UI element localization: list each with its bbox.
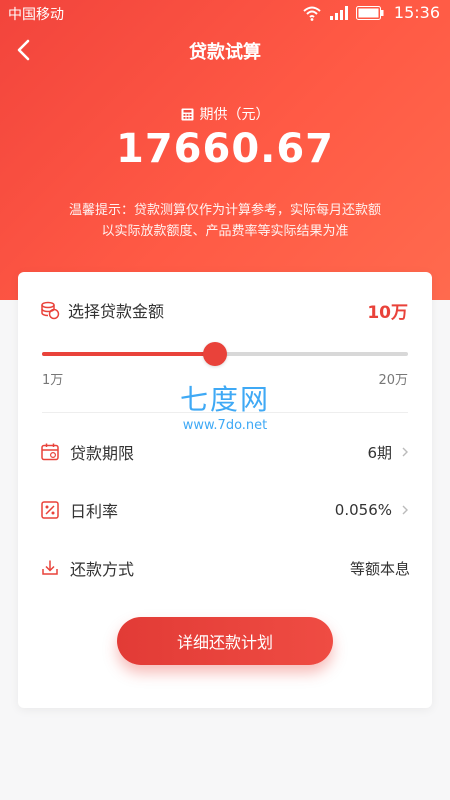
slider-thumb[interactable] — [203, 342, 228, 366]
percent-icon — [41, 501, 59, 519]
watermark-sub: www.7do.net — [182, 418, 268, 433]
monthly-payment-amount: 17660.67 — [115, 126, 335, 172]
hint-text: 温馨提示：贷款测算仅作为计算参考，实际每月还款额 以实际放款额度、产品费率等实际… — [0, 200, 450, 242]
slider-max-label: 20万 — [378, 373, 408, 388]
daily-rate-label: 日利率 — [70, 502, 119, 521]
hint-line: 温馨提示：贷款测算仅作为计算参考，实际每月还款额 — [68, 203, 381, 218]
loan-amount-slider[interactable] — [42, 342, 408, 366]
loan-amount-value: 10万 — [367, 303, 408, 323]
slider-fill — [42, 352, 216, 356]
watermark-main: 七度网 — [179, 383, 270, 416]
slider-min-label: 1万 — [42, 373, 64, 388]
calculator-icon — [181, 108, 193, 120]
carrier-name: 中国移动 — [8, 7, 64, 23]
daily-rate-value: 0.056% — [334, 501, 392, 519]
loan-term-row[interactable]: 贷款期限 6期 — [40, 432, 410, 472]
battery-icon — [355, 5, 384, 20]
page-title: 贷款试算 — [189, 42, 261, 63]
loan-amount-label: 选择贷款金额 — [68, 302, 165, 321]
coins-icon — [41, 301, 60, 320]
watermark: 七度网 www.7do.net — [150, 378, 300, 433]
wifi-icon — [303, 6, 321, 21]
chevron-right-icon — [402, 505, 408, 515]
status-icons: 15:36 — [302, 3, 440, 22]
loan-calculator-card: 选择贷款金额 10万 1万 20万 贷款期限 6期 日利率 0.056% 还款方… — [18, 272, 432, 708]
period-label: 期供（元） — [199, 107, 270, 123]
download-tray-icon — [42, 560, 58, 575]
calendar-icon — [41, 443, 59, 461]
chevron-right-icon — [402, 447, 408, 457]
hint-line: 以实际放款额度、产品费率等实际结果为准 — [101, 224, 349, 239]
loan-term-value: 6期 — [367, 443, 392, 462]
repayment-method-row: 还款方式 等额本息 — [40, 548, 410, 588]
period-label-row: 期供（元） — [0, 104, 450, 124]
daily-rate-row[interactable]: 日利率 0.056% — [40, 490, 410, 530]
loan-term-label: 贷款期限 — [70, 444, 135, 463]
clock: 15:36 — [393, 3, 440, 22]
repayment-method-label: 还款方式 — [70, 560, 135, 579]
status-bar: 中国移动 15:36 — [0, 0, 450, 26]
loan-amount-header: 选择贷款金额 — [40, 298, 164, 322]
nav-bar: 贷款试算 — [0, 28, 450, 72]
signal-icon — [329, 5, 348, 20]
repayment-method-value: 等额本息 — [349, 559, 410, 578]
repayment-plan-button[interactable]: 详细还款计划 — [117, 617, 333, 665]
